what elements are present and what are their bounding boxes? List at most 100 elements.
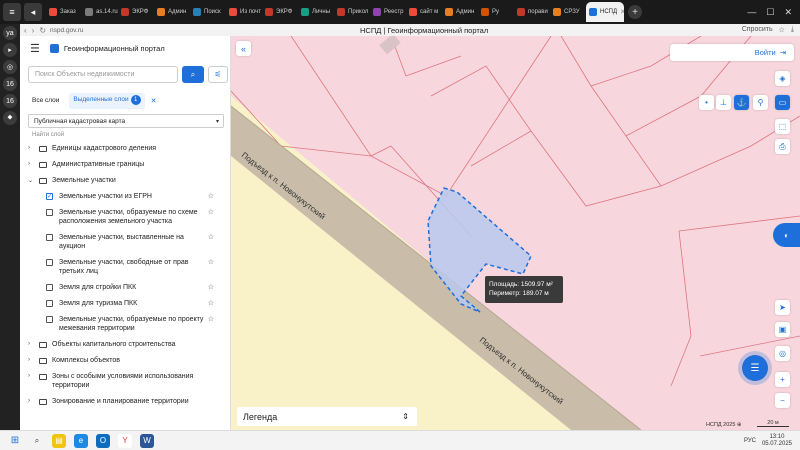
layer-checkbox[interactable]: [46, 259, 53, 266]
point-tool-button[interactable]: •: [699, 95, 714, 110]
locate-button[interactable]: ➤: [775, 300, 790, 315]
layer-item[interactable]: ✓ Земельные участки из ЕГРН ☆: [28, 192, 226, 208]
browser-tab[interactable]: порави: [514, 2, 550, 22]
edge-icon[interactable]: e: [74, 433, 88, 448]
layer-checkbox[interactable]: [46, 234, 53, 241]
layer-checkbox[interactable]: [46, 209, 53, 216]
ask-button[interactable]: Спросить: [742, 26, 773, 34]
star-icon[interactable]: ☆: [208, 315, 214, 323]
geo-button[interactable]: ◎: [775, 346, 790, 361]
portal-logo[interactable]: Геоинформационный портал: [49, 43, 165, 53]
chevron-down-icon[interactable]: ⌄: [28, 177, 37, 184]
minimize-icon[interactable]: —: [747, 7, 756, 18]
layer-item[interactable]: Земельные участки, свободные от прав тре…: [28, 258, 226, 283]
browser-tab[interactable]: Поиск: [190, 2, 226, 22]
forward-icon[interactable]: ›: [32, 26, 35, 35]
close-icon[interactable]: ✕: [784, 7, 792, 18]
search-button[interactable]: ⌕: [182, 66, 204, 83]
yandex-icon[interactable]: Y: [118, 433, 132, 448]
sidebar-app-icon[interactable]: 16: [3, 77, 17, 91]
star-icon[interactable]: ☆: [208, 233, 214, 241]
filter-button[interactable]: ⚟: [208, 66, 228, 83]
browser-tab[interactable]: Прикол: [334, 2, 370, 22]
chevron-right-icon[interactable]: ›: [28, 145, 37, 151]
login-button[interactable]: Войти ⇥: [670, 44, 794, 61]
measure-area-button[interactable]: ⚓: [734, 95, 749, 110]
find-layer-input[interactable]: Найти слой: [32, 132, 64, 138]
sidebar-app-icon[interactable]: ⬥: [3, 111, 17, 125]
word-icon[interactable]: W: [140, 433, 154, 448]
star-icon[interactable]: ☆: [208, 208, 214, 216]
url-field[interactable]: nspd.gov.ru: [50, 27, 83, 34]
layer-checkbox[interactable]: ✓: [46, 193, 53, 200]
new-tab-button[interactable]: +: [628, 5, 642, 19]
layer-item[interactable]: Земельные участки, образуемые по схеме р…: [28, 208, 226, 233]
browser-tab[interactable]: Ру: [478, 2, 514, 22]
browser-tab[interactable]: Личны: [298, 2, 334, 22]
browser-tab-active[interactable]: НСПД ✕: [586, 2, 624, 22]
taskbar-search-icon[interactable]: ⌕: [30, 434, 44, 448]
hamburger-icon[interactable]: ☰: [30, 42, 40, 55]
maximize-icon[interactable]: ☐: [766, 7, 774, 18]
file-explorer-icon[interactable]: ▤: [52, 433, 66, 448]
basemap-select[interactable]: Публичная кадастровая карта ▾: [28, 114, 224, 128]
layer-group[interactable]: ⌄ Земельные участки: [28, 176, 226, 192]
browser-tab[interactable]: СРЗУ: [550, 2, 586, 22]
bookmark-icon[interactable]: ☆: [779, 26, 785, 34]
back-icon[interactable]: ‹: [24, 26, 27, 35]
chevron-right-icon[interactable]: ›: [28, 341, 37, 347]
layer-item[interactable]: Земельные участки, выставленные на аукци…: [28, 233, 226, 258]
layer-item[interactable]: Земельные участки, образуемые по проекту…: [28, 315, 226, 340]
browser-tab[interactable]: Реестр: [370, 2, 406, 22]
layer-group[interactable]: › Зоны с особыми условиями использования …: [28, 372, 226, 397]
zoom-in-button[interactable]: +: [775, 372, 790, 387]
browser-tab[interactable]: as.14.ru: [82, 2, 118, 22]
measure-line-button[interactable]: ⊥: [716, 95, 731, 110]
chevron-right-icon[interactable]: ›: [28, 161, 37, 167]
sidebar-app-icon[interactable]: ya: [3, 26, 17, 40]
layer-item[interactable]: Земля для туризма ПКК ☆: [28, 299, 226, 315]
outlook-icon[interactable]: O: [96, 433, 110, 448]
start-icon[interactable]: ⊞: [8, 434, 22, 448]
pin-tool-button[interactable]: ⚲: [753, 95, 768, 110]
layer-group[interactable]: › Комплексы объектов: [28, 356, 226, 372]
layer-checkbox[interactable]: [46, 316, 53, 323]
sidebar-app-icon[interactable]: ▸: [3, 43, 17, 57]
clock[interactable]: 13:10 05.07.2025: [762, 434, 792, 448]
browser-tab[interactable]: Админ: [442, 2, 478, 22]
zoom-out-button[interactable]: −: [775, 393, 790, 408]
sidebar-app-icon[interactable]: 16: [3, 94, 17, 108]
browser-tab[interactable]: ЭКРФ: [118, 2, 154, 22]
layers-tool-button[interactable]: ◈: [775, 71, 790, 86]
download-icon[interactable]: ⤓: [791, 26, 794, 34]
browser-tab[interactable]: сайт м: [406, 2, 442, 22]
language-indicator[interactable]: РУС: [744, 438, 756, 444]
sidebar-app-icon[interactable]: ◎: [3, 60, 17, 74]
search-input[interactable]: Поиск Объекты недвижимости: [28, 66, 178, 83]
close-tab-icon[interactable]: ✕: [620, 8, 624, 16]
browser-tab[interactable]: Админ: [154, 2, 190, 22]
layer-group[interactable]: › Объекты капитального строительства: [28, 340, 226, 356]
layer-checkbox[interactable]: [46, 300, 53, 307]
chevron-right-icon[interactable]: ›: [28, 357, 37, 363]
back-tab-icon[interactable]: ◂: [24, 3, 42, 21]
legend-dropdown[interactable]: Легенда ⇕: [237, 407, 417, 426]
print-tool-button[interactable]: ⎙: [775, 139, 790, 154]
ruler-tool-button[interactable]: ▭: [775, 95, 790, 110]
tab-selected-layers[interactable]: Выделенные слои 1: [69, 93, 145, 109]
chat-button[interactable]: ☰: [742, 355, 768, 381]
layer-item[interactable]: Земля для стройки ПКК ☆: [28, 283, 226, 299]
tab-all-layers[interactable]: Все слои: [28, 95, 63, 108]
star-icon[interactable]: ☆: [208, 258, 214, 266]
screen-button[interactable]: ▣: [775, 322, 790, 337]
map-canvas[interactable]: Подъезд к п. Новонукутский Подъезд к п. …: [231, 36, 800, 430]
browser-tab[interactable]: Заказ: [46, 2, 82, 22]
layer-group[interactable]: › Зонирование и планирование территории: [28, 397, 226, 413]
collapse-panel-button[interactable]: «: [236, 41, 251, 56]
star-icon[interactable]: ☆: [208, 283, 214, 291]
gosuslugi-button[interactable]: ◐: [773, 223, 800, 247]
layer-group[interactable]: › Единицы кадастрового деления: [28, 144, 226, 160]
star-icon[interactable]: ☆: [208, 299, 214, 307]
layer-checkbox[interactable]: [46, 284, 53, 291]
star-icon[interactable]: ☆: [208, 192, 214, 200]
